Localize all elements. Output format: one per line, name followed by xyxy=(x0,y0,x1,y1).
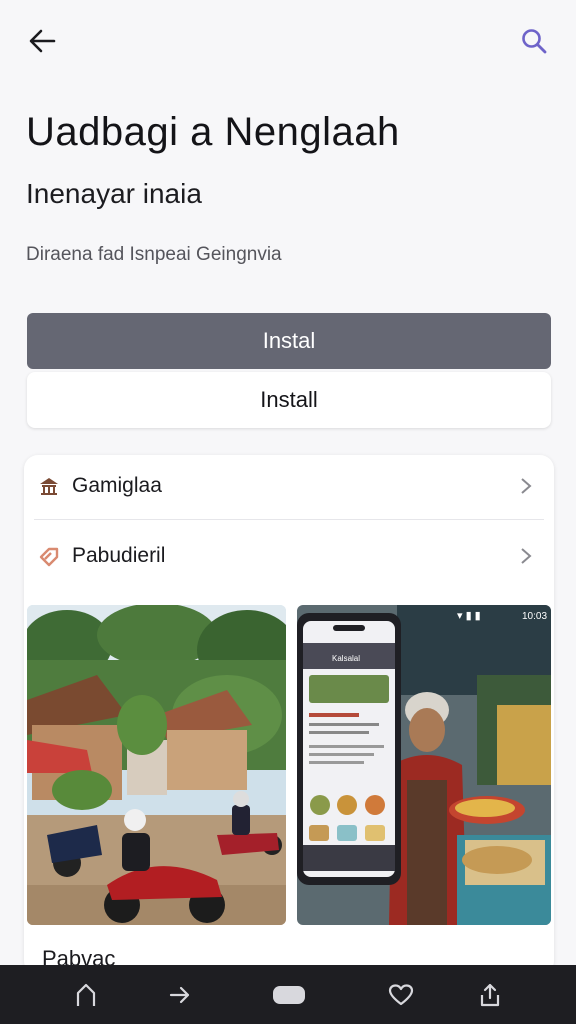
detail-row-label: Pabudieril xyxy=(72,544,166,567)
phone-app-header: Kalsalal xyxy=(332,654,360,663)
install-button-secondary[interactable]: Install xyxy=(27,372,551,428)
tag-icon xyxy=(38,545,60,567)
village-street-photo xyxy=(27,605,286,925)
heart-icon xyxy=(388,984,414,1006)
share-icon xyxy=(480,983,500,1007)
market-vendor-photo: ▾ ▮ ▮ 10:03 Kalsalal xyxy=(297,605,551,925)
back-button[interactable] xyxy=(22,24,62,58)
screenshot-market-app[interactable]: ▾ ▮ ▮ 10:03 Kalsalal xyxy=(297,605,551,925)
detail-row-label: Gamiglaa xyxy=(72,474,162,497)
search-icon xyxy=(522,29,547,54)
detail-row-gamiglaa[interactable]: Gamiglaa xyxy=(24,455,554,517)
status-icons: ▾ ▮ ▮ xyxy=(457,610,481,622)
divider xyxy=(34,519,544,520)
nav-recents-button[interactable] xyxy=(270,977,308,1013)
nav-home-button[interactable] xyxy=(68,977,104,1013)
arrow-left-icon xyxy=(29,29,56,53)
recents-pill-icon xyxy=(273,986,305,1004)
bottom-navigation-bar xyxy=(0,965,576,1024)
app-title: Uadbagi a Nenglaah xyxy=(26,110,400,154)
detail-row-pabudieril[interactable]: Pabudieril xyxy=(24,525,554,587)
chevron-right-icon xyxy=(516,546,536,566)
app-meta: Diraena fad Isnpeai Geingnvia xyxy=(26,244,282,265)
app-subtitle: Inenayar inaia xyxy=(26,178,202,209)
install-button-primary[interactable]: Instal xyxy=(27,313,551,369)
search-button[interactable] xyxy=(514,24,554,58)
nav-forward-button[interactable] xyxy=(162,977,198,1013)
nav-favorite-button[interactable] xyxy=(383,977,419,1013)
screenshot-village-street[interactable] xyxy=(27,605,286,925)
home-icon xyxy=(76,983,96,1006)
forward-arrow-icon xyxy=(169,986,190,1004)
top-bar xyxy=(0,0,576,84)
nav-share-button[interactable] xyxy=(472,977,508,1013)
chevron-right-icon xyxy=(516,476,536,496)
temple-icon xyxy=(38,475,60,497)
status-time: 10:03 xyxy=(522,611,547,622)
